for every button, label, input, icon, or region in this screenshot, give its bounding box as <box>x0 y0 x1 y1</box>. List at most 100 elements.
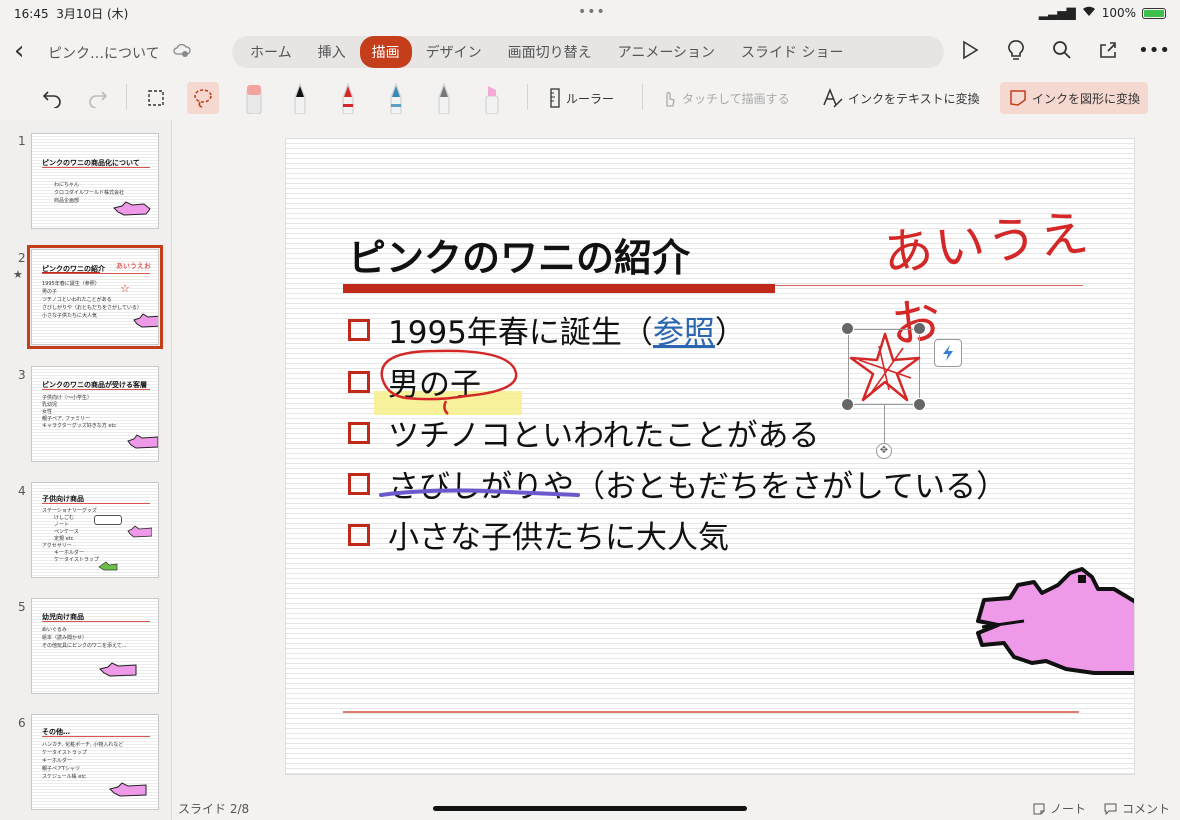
notes-icon <box>1033 803 1045 814</box>
thumb-line: 乳幼児 <box>42 402 58 408</box>
status-bar: 16:45 3月10日 (木) ••• ▂▃▅▇ 100% <box>0 0 1180 26</box>
ribbon-tabs: ホーム 挿入 描画 デザイン 画面切り替え アニメーション スライド ショー <box>232 36 944 68</box>
slide-thumbnail-panel: 1 ピンクのワニの商品化について わにちゃん クロコダイルワールド株式会社 商品… <box>0 120 172 820</box>
thumb-line: キーホルダー <box>54 550 85 556</box>
play-icon[interactable] <box>958 38 982 62</box>
slide-thumbnail-6[interactable]: その他… ハンカチ, 化粧ポーチ, 小物入れなど ケータイストラップ キーホルダ… <box>31 714 159 810</box>
pink-crocodile-image[interactable] <box>974 565 1135 680</box>
more-icon[interactable]: ••• <box>1138 38 1170 62</box>
thumb-line: ペンケース <box>54 529 79 535</box>
thumb-line: ステーショナリーグッズ <box>42 508 97 514</box>
pink-crocodile-image <box>133 313 158 328</box>
star-selection-box[interactable] <box>848 329 921 406</box>
lightbulb-icon[interactable] <box>1004 38 1028 62</box>
bottom-actions: ノート コメント <box>1033 800 1170 817</box>
ruler-icon <box>550 88 560 108</box>
draw-ribbon: ルーラー タッチして描画する インクをテキストに変換 インクを図形に変換 <box>0 76 1180 118</box>
thumb-line: ケータイストラップ <box>54 557 99 563</box>
comments-label: コメント <box>1121 802 1170 816</box>
pen-galaxy-icon[interactable] <box>382 82 410 114</box>
thumb-line: 1995年春に誕生（参照） <box>42 281 100 287</box>
thumb-line: スケジュール帳 etc <box>42 774 87 780</box>
slide-canvas[interactable]: ピンクのワニの紹介 あいうえお 1995年春に誕生（ 参照） 男の子 ツチノコとい… <box>285 138 1135 775</box>
ink-to-text-button[interactable]: インクをテキストに変換 <box>822 82 980 114</box>
thumb-line: 定規 etc <box>54 536 74 542</box>
pink-crocodile-image <box>99 662 137 677</box>
notes-label: ノート <box>1049 802 1086 816</box>
select-objects-icon[interactable] <box>142 82 170 114</box>
back-chevron-icon[interactable]: ‹ <box>14 38 24 64</box>
cloud-sync-icon[interactable] <box>173 42 191 58</box>
slide-number: 4 <box>18 484 26 498</box>
search-icon[interactable] <box>1050 38 1074 62</box>
thumb-line: 絵本（読み聞かせ） <box>42 635 88 641</box>
highlighter-pink-icon[interactable] <box>478 82 506 114</box>
slide-thumbnail-5[interactable]: 幼児向け商品 ぬいぐるみ 絵本（読み聞かせ） その他玩具にピンクのワニを添えて.… <box>31 598 159 694</box>
undo-icon[interactable] <box>38 82 66 114</box>
slide-thumbnail-3[interactable]: ピンクのワニの商品が受ける客層 子供向け（～小学生） 乳幼児 女性 親子ペア, … <box>31 366 159 462</box>
touch-hand-icon <box>666 91 675 107</box>
lasso-select-icon[interactable] <box>187 82 219 114</box>
wifi-icon <box>1082 6 1096 20</box>
slide-number: 5 <box>18 600 26 614</box>
ink-star-icon[interactable] <box>849 330 921 406</box>
document-title[interactable]: ピンク…について <box>48 43 160 63</box>
share-icon[interactable] <box>1096 38 1120 62</box>
galaxy-ink-underline[interactable] <box>379 488 580 497</box>
thumb-ink-text: あいうえお <box>116 262 151 270</box>
notes-button[interactable]: ノート <box>1033 800 1086 817</box>
resize-handle[interactable] <box>913 398 926 411</box>
thumb-line: 男の子 <box>42 289 58 295</box>
pink-crocodile-image <box>127 434 158 449</box>
pencil-gray-icon[interactable] <box>430 82 458 114</box>
resize-handle[interactable] <box>841 322 854 335</box>
multitask-dots[interactable]: ••• <box>578 4 606 20</box>
tab-insert[interactable]: 挿入 <box>306 36 358 68</box>
thumb-line: 子供向け（～小学生） <box>42 395 93 401</box>
slide-number: 1 <box>18 134 26 148</box>
pink-crocodile-image <box>109 782 147 797</box>
slide-thumbnail-4[interactable]: 子供向け商品 ステーショナリーグッズ けしごむ ノート ペンケース 定規 etc… <box>31 482 159 578</box>
slide-thumbnail-2[interactable]: ピンクのワニの紹介 あいうえお 1995年春に誕生（参照） 男の子 ツチノコとい… <box>27 245 163 349</box>
tab-design[interactable]: デザイン <box>414 36 494 68</box>
comments-button[interactable]: コメント <box>1104 800 1170 817</box>
status-indicators: ▂▃▅▇ 100% <box>1039 6 1166 20</box>
resize-handle[interactable] <box>841 398 854 411</box>
thumb-line: 女性 <box>42 409 53 415</box>
tab-draw[interactable]: 描画 <box>359 36 412 68</box>
ruler-button[interactable]: ルーラー <box>548 82 614 114</box>
top-actions: ••• <box>958 38 1170 62</box>
thumb-line: 小さな子供たちに大人気 <box>42 313 98 319</box>
tab-slideshow[interactable]: スライド ショー <box>729 36 855 68</box>
green-crocodile-image <box>98 561 118 571</box>
eraser-icon[interactable] <box>240 82 268 114</box>
thumb-line: キーホルダー <box>42 758 73 764</box>
home-indicator[interactable] <box>433 806 747 811</box>
slide-thumbnail-1[interactable]: ピンクのワニの商品化について わにちゃん クロコダイルワールド株式会社 商品企画… <box>31 133 159 229</box>
pink-crocodile-image <box>127 525 152 538</box>
battery-percent: 100% <box>1101 6 1136 20</box>
thumb-line: さびしがりや（おともだちをさがしている） <box>42 305 142 311</box>
thumb-line: クロコダイルワールド株式会社 <box>54 190 125 196</box>
ink-to-shape-label: インクを図形に変換 <box>1032 91 1141 106</box>
pen-red-icon[interactable] <box>334 82 362 114</box>
pen-black-icon[interactable] <box>286 82 314 114</box>
designer-lightning-icon[interactable] <box>934 339 962 367</box>
thumb-callout <box>94 515 122 525</box>
slide-number: 6 <box>18 716 26 730</box>
move-handle-icon[interactable]: ✥ <box>876 443 892 459</box>
thumb-line: その他玩具にピンクのワニを添えて... <box>42 643 127 649</box>
slide-number: 2 <box>18 251 26 265</box>
ink-to-shape-icon <box>1010 90 1026 106</box>
thumb-line: 商品企画部 <box>54 198 80 204</box>
tab-home[interactable]: ホーム <box>238 36 304 68</box>
pink-crocodile-image <box>113 201 151 216</box>
resize-handle[interactable] <box>913 322 926 335</box>
tab-transitions[interactable]: 画面切り替え <box>496 36 604 68</box>
redo-icon[interactable] <box>84 82 112 114</box>
ink-to-shape-button[interactable]: インクを図形に変換 <box>1000 82 1149 114</box>
touch-draw-label: タッチして描画する <box>682 91 790 106</box>
ink-circle[interactable] <box>380 349 518 401</box>
touch-draw-button[interactable]: タッチして描画する <box>660 82 790 114</box>
tab-animations[interactable]: アニメーション <box>606 36 727 68</box>
